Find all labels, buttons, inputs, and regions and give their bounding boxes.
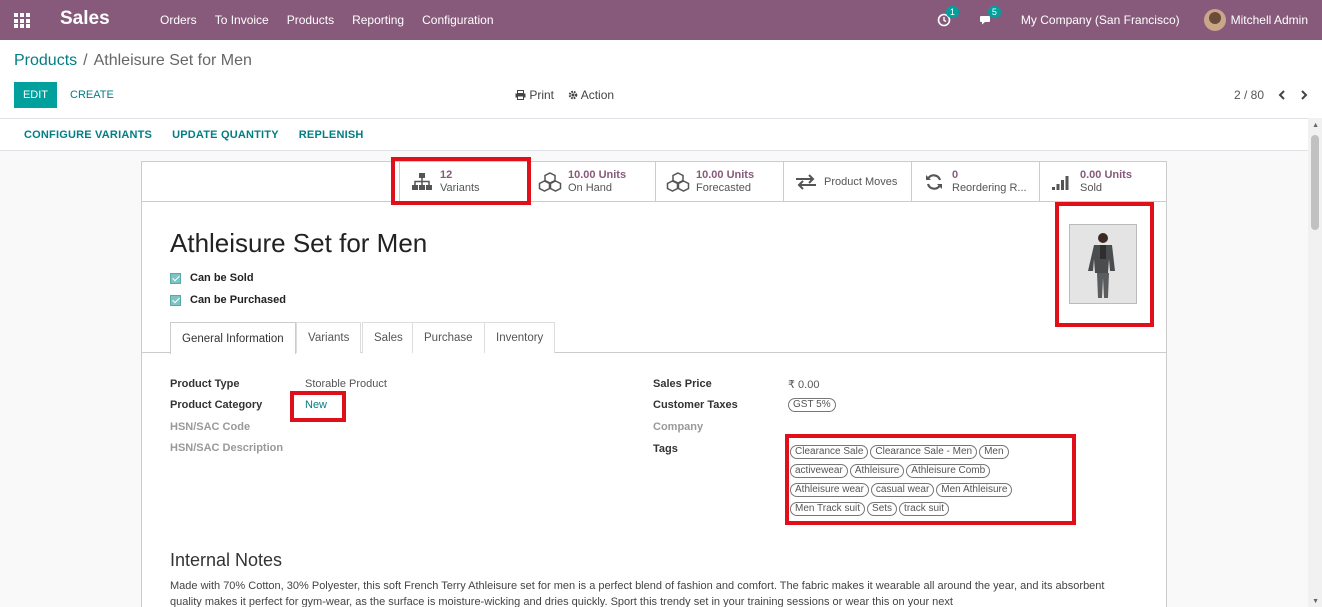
forecasted-smart-button[interactable]: 10.00 Units Forecasted [655, 162, 783, 201]
scroll-down-icon[interactable]: ▼ [1312, 598, 1319, 605]
breadcrumb-current: Athleisure Set for Men [93, 52, 252, 69]
can-be-sold-label: Can be Sold [190, 272, 254, 284]
menu-products[interactable]: Products [287, 13, 334, 27]
can-be-sold-checkbox[interactable]: Can be Sold [170, 272, 254, 284]
product-type-field: Storable Product [305, 378, 387, 390]
user-avatar[interactable] [1203, 9, 1226, 31]
main-menu: Orders To Invoice Products Reporting Con… [160, 13, 512, 27]
menu-to-invoice[interactable]: To Invoice [215, 13, 269, 27]
tab-general-information[interactable]: General Information [170, 322, 296, 354]
print-label: Print [529, 88, 555, 102]
top-navbar: Sales Orders To Invoice Products Reporti… [0, 0, 1322, 40]
replenish-button[interactable]: REPLENISH [299, 129, 364, 141]
breadcrumb: Products / Athleisure Set for Men [14, 52, 252, 70]
can-be-purchased-label: Can be Purchased [190, 294, 286, 306]
company-switcher[interactable]: My Company (San Francisco) [1021, 13, 1180, 27]
activity-badge: 1 [945, 6, 959, 18]
sold-smart-button[interactable]: 0.00 Units Sold [1039, 162, 1166, 201]
on-hand-value: 10.00 Units [568, 168, 627, 181]
can-be-purchased-checkbox[interactable]: Can be Purchased [170, 294, 286, 306]
sold-label: Sold [1080, 181, 1103, 194]
signal-icon [1050, 172, 1074, 192]
refresh-icon [922, 172, 946, 192]
forecasted-value: 10.00 Units [696, 168, 755, 181]
tab-inventory[interactable]: Inventory [484, 322, 556, 353]
action-label: Action [580, 88, 615, 102]
hsn-sac-description-label: HSN/SAC Description [170, 442, 284, 454]
sales-price-field: ₹ 0.00 [788, 379, 820, 391]
pager-next-icon[interactable] [1300, 87, 1308, 103]
highlight-product-image [1055, 202, 1154, 327]
reordering-rules-smart-button[interactable]: 0 Reordering R... [911, 162, 1039, 201]
tags-label: Tags [653, 443, 678, 455]
internal-notes-text[interactable]: Made with 70% Cotton, 30% Polyester, thi… [170, 578, 1110, 607]
print-menu[interactable]: Print [515, 88, 554, 102]
company-label: Company [653, 421, 704, 433]
breadcrumb-products[interactable]: Products [14, 52, 77, 69]
internal-notes-title: Internal Notes [170, 550, 283, 570]
menu-orders[interactable]: Orders [160, 13, 197, 27]
product-category-label: Product Category [170, 399, 263, 411]
highlight-product-category [290, 391, 346, 422]
update-quantity-button[interactable]: UPDATE QUANTITY [172, 129, 279, 141]
reordering-value: 0 [952, 168, 959, 181]
checkbox-checked-icon[interactable] [170, 294, 181, 306]
action-menu[interactable]: Action [568, 88, 614, 102]
form-statusbar: CONFIGURE VARIANTS UPDATE QUANTITY REPLE… [0, 118, 1322, 151]
product-type-label: Product Type [170, 378, 240, 390]
on-hand-label: On Hand [568, 181, 613, 194]
tab-sales[interactable]: Sales [362, 322, 415, 353]
tab-purchase[interactable]: Purchase [412, 322, 485, 353]
scroll-thumb[interactable] [1311, 135, 1319, 230]
systray: 1 5 My Company (San Francisco) Mitchell … [937, 0, 1308, 40]
product-moves-label: Product Moves [824, 175, 898, 188]
menu-configuration[interactable]: Configuration [422, 13, 493, 27]
scroll-up-icon[interactable]: ▲ [1312, 122, 1319, 129]
highlight-variants [391, 157, 531, 205]
tab-variants[interactable]: Variants [296, 322, 362, 353]
highlight-tags [785, 434, 1076, 525]
create-button[interactable]: CREATE [62, 82, 122, 108]
customer-taxes-label: Customer Taxes [653, 399, 738, 411]
user-menu[interactable]: Mitchell Admin [1231, 13, 1308, 27]
form-sheet: 12 Variants 10.00 Units On Hand 10.00 Unit… [141, 161, 1167, 607]
cubes-icon [538, 171, 562, 192]
app-title[interactable]: Sales [60, 8, 110, 30]
checkbox-checked-icon[interactable] [170, 272, 181, 284]
activity-clock-icon[interactable]: 1 [937, 6, 959, 27]
pager-previous-icon[interactable] [1278, 87, 1286, 103]
gear-icon [568, 90, 578, 100]
configure-variants-button[interactable]: CONFIGURE VARIANTS [24, 129, 152, 141]
pager: 2 / 80 [1234, 87, 1308, 103]
print-icon [515, 90, 526, 100]
notebook-tabs: General Information Variants Sales Purch… [142, 322, 1166, 354]
forecasted-label: Forecasted [696, 181, 752, 194]
messages-badge: 5 [987, 6, 1001, 18]
menu-reporting[interactable]: Reporting [352, 13, 404, 27]
hsn-sac-code-label: HSN/SAC Code [170, 421, 251, 433]
scrollbar[interactable]: ▲ ▼ [1308, 118, 1322, 607]
exchange-icon [794, 172, 818, 192]
product-name[interactable]: Athleisure Set for Men [170, 228, 427, 259]
sold-value: 0.00 Units [1080, 168, 1132, 181]
cubes-icon [666, 171, 690, 192]
apps-menu-icon[interactable] [14, 13, 30, 28]
action-menus: Print Action [515, 88, 614, 102]
smart-button-box: 12 Variants 10.00 Units On Hand 10.00 Unit… [142, 162, 1166, 202]
customer-taxes-field: GST 5% [788, 398, 838, 415]
reordering-label: Reordering R... [952, 181, 1027, 194]
edit-button[interactable]: EDIT [14, 82, 57, 108]
breadcrumb-separator: / [83, 52, 88, 69]
tax-tag[interactable]: GST 5% [788, 398, 836, 412]
messages-icon[interactable]: 5 [979, 6, 1001, 27]
on-hand-smart-button[interactable]: 10.00 Units On Hand [527, 162, 655, 201]
product-moves-smart-button[interactable]: Product Moves [783, 162, 911, 201]
sales-price-label: Sales Price [653, 378, 712, 390]
pager-value[interactable]: 2 / 80 [1234, 88, 1264, 102]
